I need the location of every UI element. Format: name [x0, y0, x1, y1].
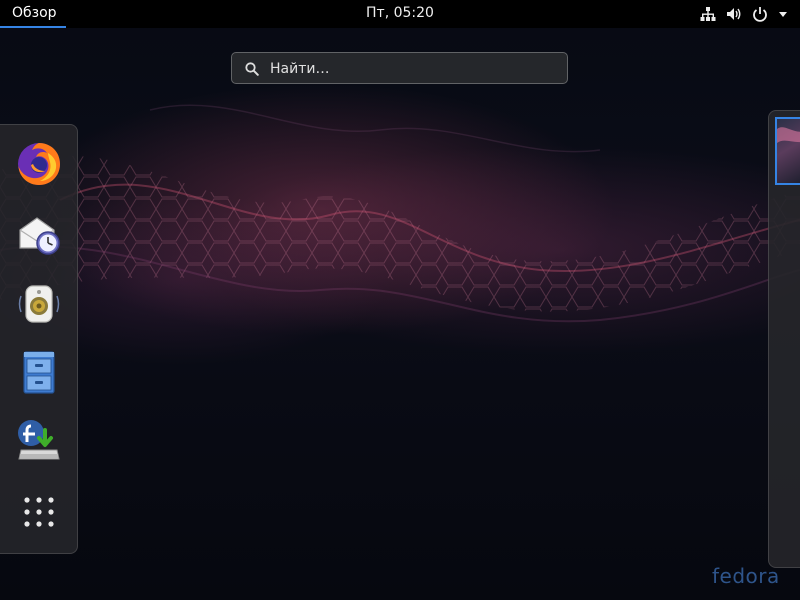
- app-grid-icon: [24, 497, 54, 527]
- fedora-logo: fedora: [712, 564, 780, 588]
- activities-indicator: [0, 26, 66, 28]
- search-icon: [245, 62, 259, 76]
- system-tray[interactable]: [700, 0, 788, 28]
- search-input[interactable]: [268, 53, 562, 85]
- power-icon: [753, 7, 767, 22]
- workspace-switcher: [768, 110, 800, 568]
- clock: Пт, 05:20: [0, 0, 800, 27]
- network-wired-icon: [700, 7, 716, 21]
- mail-clock-icon: [19, 217, 60, 255]
- desktop-overview: Обзор Пт, 05:20 Найти… fedora: [0, 0, 800, 600]
- workspace-thumbnail[interactable]: [775, 117, 800, 185]
- dash-item-firefox[interactable]: [12, 137, 66, 191]
- workspace-preview: [777, 127, 800, 143]
- fedora-install-icon: [18, 420, 60, 460]
- file-cabinet-icon: [23, 351, 55, 394]
- dash: [0, 124, 78, 554]
- activities-button[interactable]: Обзор: [0, 0, 69, 28]
- speaker-icon: [18, 285, 60, 323]
- volume-icon: [727, 8, 741, 20]
- search-entry[interactable]: [231, 52, 568, 85]
- firefox-icon: [18, 143, 60, 185]
- dash-item-rhythmbox[interactable]: [12, 277, 66, 331]
- chevron-down-icon: [779, 12, 787, 17]
- top-bar: Обзор Пт, 05:20: [0, 0, 800, 28]
- dash-item-files[interactable]: [12, 345, 66, 399]
- dash-item-fedora-install[interactable]: [12, 413, 66, 467]
- wallpaper: [0, 104, 800, 323]
- clock-label[interactable]: Пт, 05:20: [366, 5, 434, 21]
- dash-item-evolution[interactable]: [12, 207, 66, 261]
- show-applications-button[interactable]: [12, 485, 66, 539]
- activities-label: Обзор: [12, 5, 57, 21]
